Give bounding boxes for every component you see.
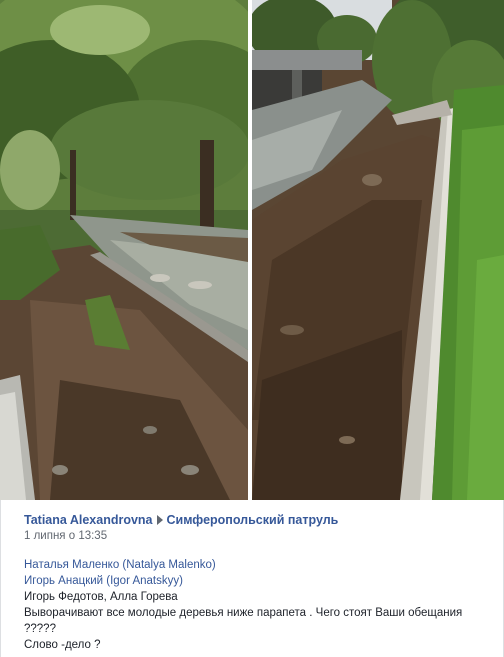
post-photos bbox=[0, 0, 504, 500]
mention-link[interactable]: Игорь Анацкий (Igor Anatskyy) bbox=[24, 573, 494, 589]
post-timestamp[interactable]: 1 липня о 13:35 bbox=[24, 530, 107, 542]
post-header: Tatiana Alexandrovna Симферопольский патр… bbox=[24, 513, 338, 527]
right-photo[interactable] bbox=[252, 0, 504, 500]
post-text-line: ????? bbox=[24, 623, 56, 635]
right-photo-image bbox=[252, 0, 504, 500]
post-text-line: Слово -дело ? bbox=[24, 639, 101, 651]
left-photo[interactable] bbox=[0, 0, 248, 500]
mention-text: Игорь Федотов, Алла Горева bbox=[24, 591, 178, 603]
author-link[interactable]: Tatiana Alexandrovna bbox=[24, 513, 153, 527]
post-text-line: Выворачивают все молодые деревья ниже па… bbox=[24, 607, 463, 619]
post-body: Наталья Маленко (Natalya Malenko) Игорь … bbox=[24, 557, 494, 653]
share-arrow-icon bbox=[156, 515, 163, 525]
post-footer: Tatiana Alexandrovna Симферопольский патр… bbox=[0, 500, 504, 657]
mention-link[interactable]: Наталья Маленко (Natalya Malenko) bbox=[24, 557, 494, 573]
left-photo-image bbox=[0, 0, 248, 500]
group-link[interactable]: Симферопольский патруль bbox=[167, 513, 339, 527]
